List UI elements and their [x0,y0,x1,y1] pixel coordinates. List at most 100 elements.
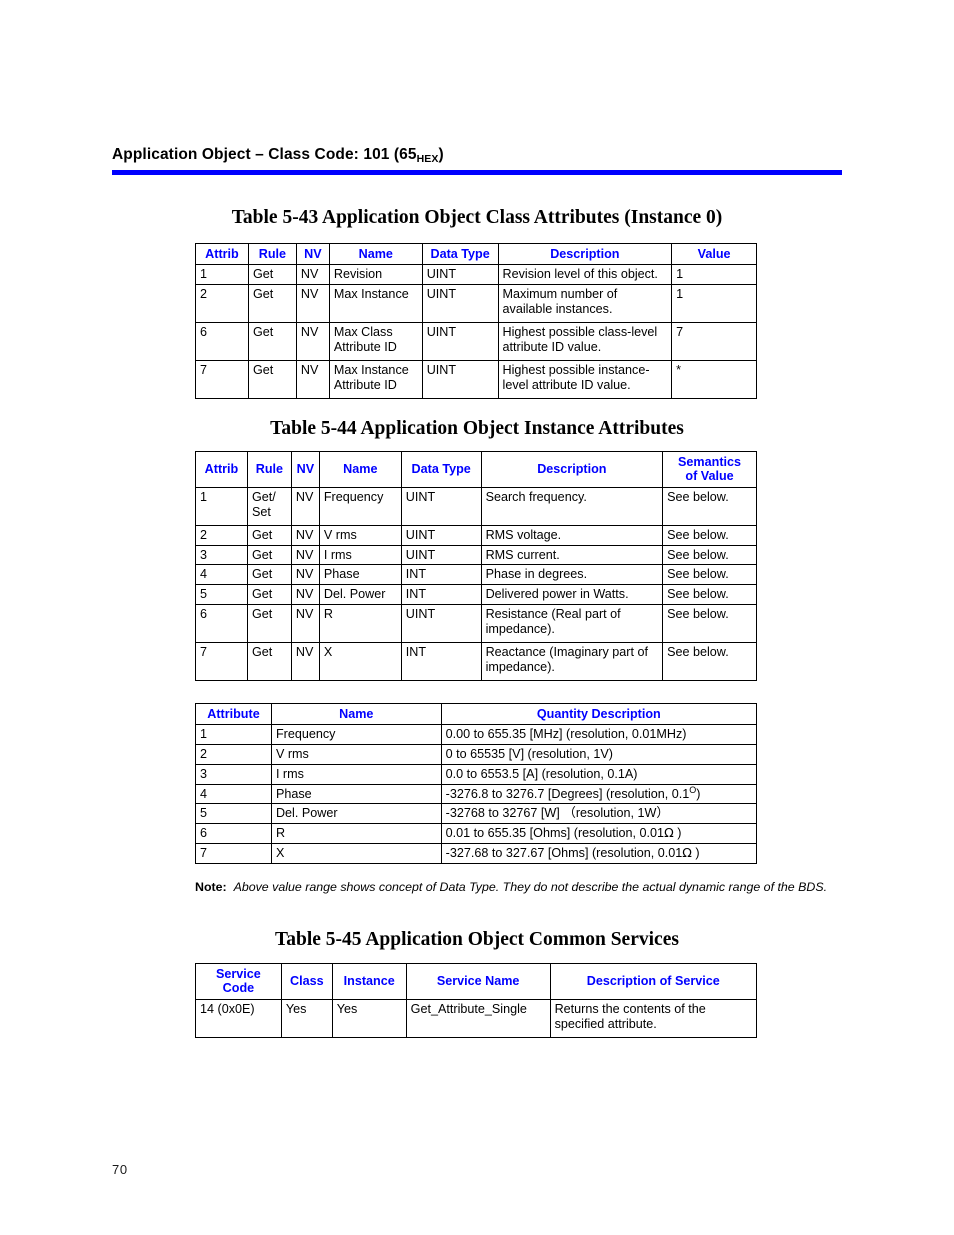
table-row: 5 Get NV Del. Power INT Delivered power … [195,584,757,605]
table-row: 7 Get NV X INT Reactance (Imaginary part… [195,641,757,681]
cell-name: Del. Power [318,584,402,605]
cell-attrib: 3 [195,544,248,566]
column-header-value: Value [671,242,757,266]
table-543-caption: Table 5-43 Application Object Class Attr… [231,207,723,228]
cell-description: Highest possible class-level attribute I… [497,322,673,362]
column-header-rule: Rule [247,242,297,266]
column-header-attrib: Attrib [195,451,248,488]
column-header-nv: NV [295,242,330,266]
cell-semantics: See below. [662,544,757,566]
table-quantity-wrapper: Attribute Name Quantity Description 1 Fr… [195,702,758,864]
column-header-service-code: Service Code [195,963,282,1000]
cell-name: Frequency [270,724,442,746]
cell-rule: Get [246,603,292,643]
page-title: Application Object – Class Code: 101 (65… [112,146,842,165]
cell-attrib: 6 [195,603,248,643]
cell-description: Delivered power in Watts. [480,584,664,605]
table-row: 1 Get/Set NV Frequency UINT Search frequ… [195,486,757,526]
cell-data-type: UINT [421,360,499,400]
cell-description: Phase in degrees. [480,564,664,586]
cell-rule: Get [247,360,297,400]
page-title-tail: ) [438,146,444,163]
cell-nv: NV [290,544,320,566]
cell-rule: Get [246,641,292,681]
cell-attribute: 5 [195,803,272,825]
column-header-rule: Rule [246,451,292,488]
cell-quantity: -32768 to 32767 [W] （resolution, 1W） [440,803,758,825]
cell-class: Yes [280,998,333,1038]
cell-attribute: 6 [195,823,272,844]
cell-attrib: 4 [195,564,248,586]
cell-service-code: 14 (0x0E) [195,998,282,1038]
table-row: 7 X -327.68 to 327.67 [Ohms] (resolution… [195,842,758,864]
cell-attrib: 7 [195,641,248,681]
cell-nv: NV [290,603,320,643]
cell-attrib: 2 [195,284,249,324]
column-header-service-name: Service Name [405,963,551,1000]
cell-attribute: 1 [195,724,272,746]
table-quantity-header-row: Attribute Name Quantity Description [195,702,758,726]
column-header-description: Description [497,242,673,266]
table-row: 7 Get NV Max Instance Attribute ID UINT … [195,360,757,400]
cell-name: I rms [318,544,402,566]
cell-quantity: -3276.8 to 3276.7 [Degrees] (resolution,… [440,783,758,805]
cell-nv: NV [295,264,330,286]
column-header-attribute: Attribute [195,702,272,726]
cell-rule: Get/Set [246,486,292,526]
cell-semantics: See below. [662,584,757,605]
cell-nv: NV [290,641,320,681]
column-header-name: Name [270,702,442,726]
cell-data-type: UINT [400,544,482,566]
cell-value: 7 [671,322,757,362]
cell-name: Revision [328,264,423,286]
cell-attrib: 6 [195,322,249,362]
cell-attrib: 1 [195,264,249,286]
table-544-wrapper: Attrib Rule NV Name Data Type Descriptio… [195,451,757,681]
table-row: 6 Get NV Max Class Attribute ID UINT Hig… [195,322,757,362]
table-row: 1 Frequency 0.00 to 655.35 [MHz] (resolu… [195,724,758,746]
column-header-class: Class [280,963,333,1000]
page-number: 70 [112,1162,128,1177]
cell-semantics: See below. [662,524,757,546]
column-header-data-type: Data Type [421,242,499,266]
cell-instance: Yes [331,998,407,1038]
table-row: 2 V rms 0 to 65535 [V] (resolution, 1V) [195,744,758,765]
cell-rule: Get [246,584,292,605]
cell-description: Resistance (Real part of impedance). [480,603,664,643]
cell-nv: NV [295,360,330,400]
cell-description: Highest possible instance-level attribut… [497,360,673,400]
cell-rule: Get [247,264,297,286]
column-header-name: Name [318,451,402,488]
cell-description: Maximum number of available instances. [497,284,673,324]
cell-semantics: See below. [662,486,757,526]
cell-name: R [270,823,442,844]
cell-quantity: 0.01 to 655.35 [Ohms] (resolution, 0.01Ω… [440,823,758,844]
cell-attribute: 2 [195,744,272,765]
cell-name: V rms [270,744,442,765]
cell-rule: Get [246,544,292,566]
cell-rule: Get [247,322,297,362]
cell-name: Frequency [318,486,402,526]
cell-name: Del. Power [270,803,442,825]
cell-attrib: 7 [195,360,249,400]
cell-name: R [318,603,402,643]
cell-description: Search frequency. [480,486,664,526]
cell-quantity: 0.0 to 6553.5 [A] (resolution, 0.1A) [440,763,758,785]
table-row: 2 Get NV V rms UINT RMS voltage. See bel… [195,524,757,546]
table-row: 6 R 0.01 to 655.35 [Ohms] (resolution, 0… [195,823,758,844]
cell-service-name: Get_Attribute_Single [405,998,551,1038]
column-header-nv: NV [290,451,320,488]
cell-attrib: 2 [195,524,248,546]
cell-description: RMS current. [480,544,664,566]
cell-attrib: 5 [195,584,248,605]
cell-rule: Get [246,564,292,586]
cell-nv: NV [295,322,330,362]
column-header-attrib: Attrib [195,242,249,266]
cell-nv: NV [290,584,320,605]
cell-quantity: 0.00 to 655.35 [MHz] (resolution, 0.01MH… [440,724,758,746]
table-row: 14 (0x0E) Yes Yes Get_Attribute_Single R… [195,998,758,1038]
cell-description: Reactance (Imaginary part of impedance). [480,641,664,681]
cell-name: X [270,842,442,864]
cell-data-type: UINT [400,524,482,546]
cell-name: Max Instance Attribute ID [328,360,423,400]
